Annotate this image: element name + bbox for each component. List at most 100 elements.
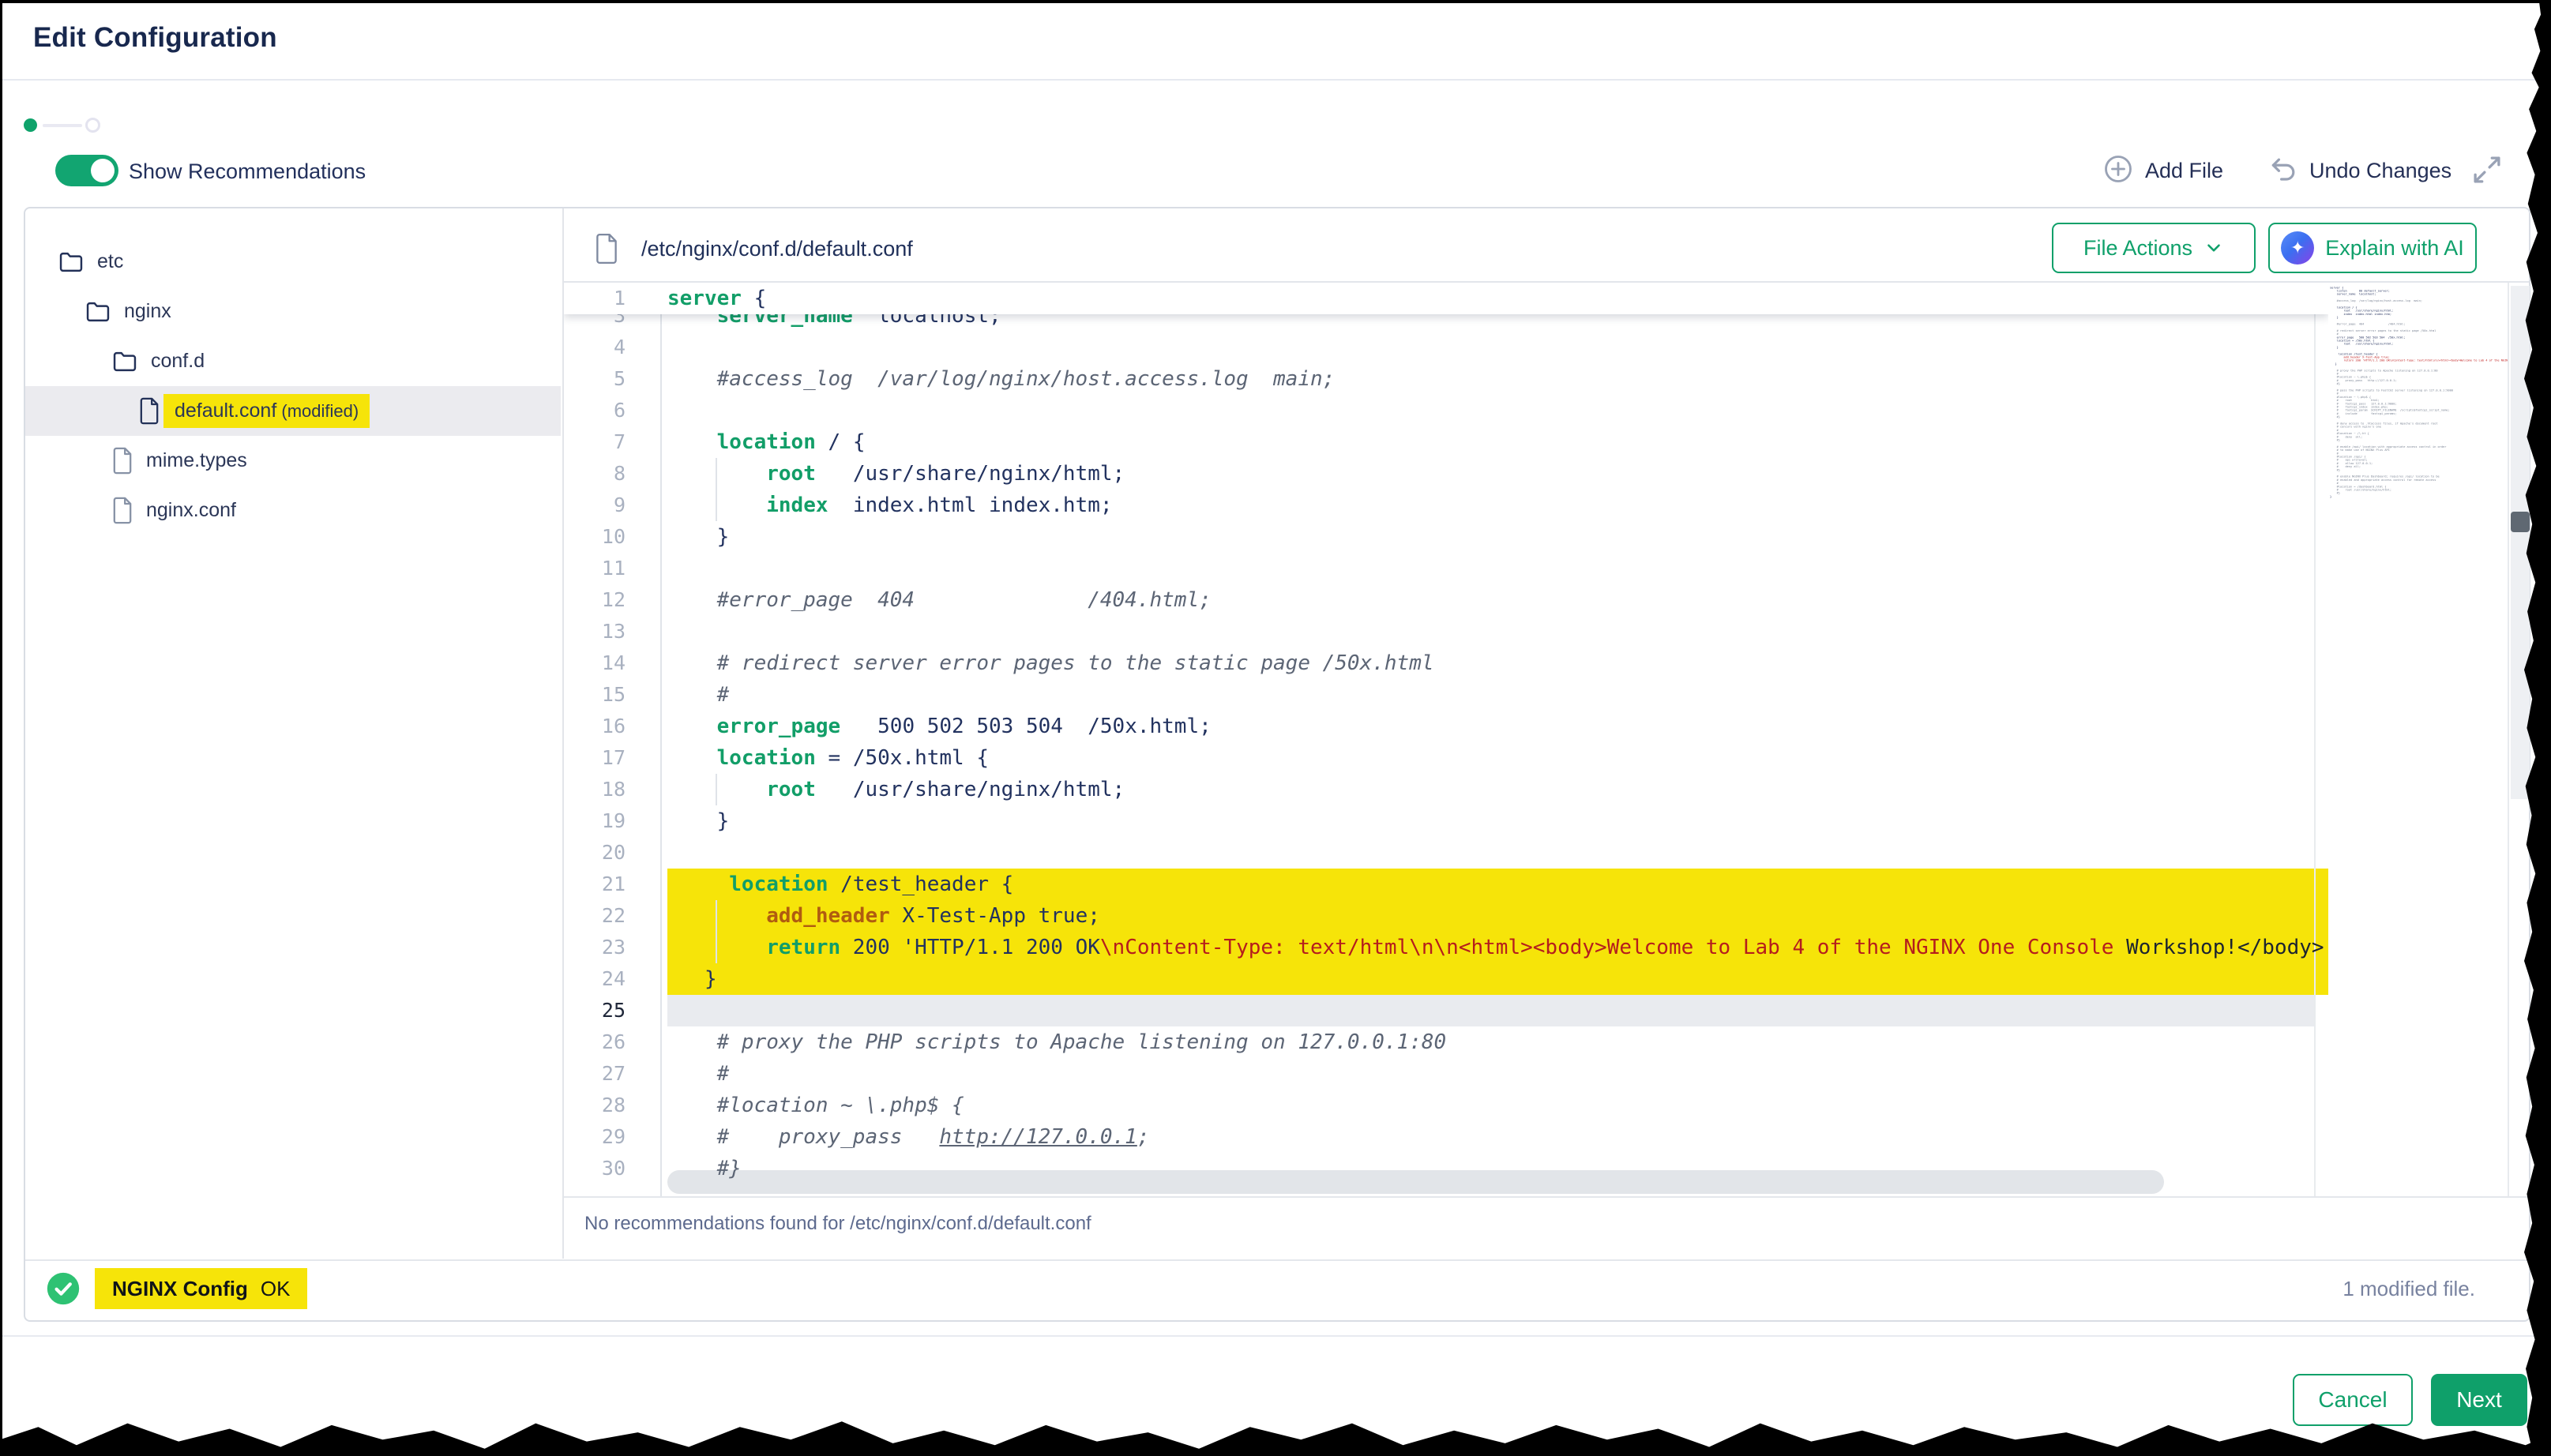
code-line-text (626, 395, 667, 426)
code-line-24[interactable]: 24 } (564, 963, 2328, 995)
code-line-text: return 200 'HTTP/1.1 200 OK\nContent-Typ… (626, 932, 2324, 963)
folder-icon (58, 250, 85, 274)
tree-item-nginx[interactable]: nginx (25, 287, 561, 336)
code-line-text: #location ~ \.php$ { (626, 1090, 964, 1121)
code-line-28[interactable]: 28 #location ~ \.php$ { (564, 1090, 2328, 1121)
tree-item-etc[interactable]: etc (25, 237, 561, 287)
tree-item-label: nginx.conf (146, 499, 236, 522)
code-line-8[interactable]: 8 root /usr/share/nginx/html; (564, 458, 2328, 490)
tree-item-label: conf.d (151, 350, 205, 373)
code-line-text: location / { (626, 426, 865, 458)
status-badge-value: OK (261, 1277, 291, 1301)
vertical-scrollbar-track[interactable] (2511, 286, 2530, 799)
add-file-button[interactable]: Add File (2102, 152, 2260, 190)
page-title: Edit Configuration (33, 22, 277, 54)
code-line-20[interactable]: 20 (564, 837, 2328, 869)
file-actions-label: File Actions (2083, 236, 2192, 261)
status-badge-label: NGINX Config (112, 1277, 248, 1301)
explain-with-ai-button[interactable]: ✦ Explain with AI (2268, 223, 2477, 273)
code-line-text: } (626, 521, 729, 553)
line-number: 15 (564, 679, 626, 711)
next-button[interactable]: Next (2431, 1374, 2527, 1426)
undo-changes-label: Undo Changes (2309, 159, 2451, 183)
minimap-right-edge (2508, 283, 2509, 1196)
code-line-text: error_page 500 502 503 504 /50x.html; (626, 711, 1212, 742)
code-line-text: # proxy_pass http://127.0.0.1; (626, 1121, 1149, 1153)
code-line-1[interactable]: 1server { (564, 283, 2328, 314)
status-bar-border (25, 1259, 2529, 1261)
code-line-5[interactable]: 5 #access_log /var/log/nginx/host.access… (564, 363, 2328, 395)
stepper-step-1-dot[interactable] (24, 118, 37, 132)
line-number: 16 (564, 711, 626, 742)
code-line-25[interactable]: 25 (564, 995, 2328, 1026)
code-line-text (626, 616, 667, 647)
code-line-text: } (626, 805, 729, 837)
code-line-text: # redirect server error pages to the sta… (626, 647, 1434, 679)
line-number: 25 (564, 995, 626, 1026)
code-line-9[interactable]: 9 index index.html index.htm; (564, 490, 2328, 521)
code-line-text: #error_page 404 /404.html; (626, 584, 1212, 616)
tree-item-mime-types[interactable]: mime.types (25, 436, 561, 486)
header-divider (0, 79, 2551, 81)
line-number: 30 (564, 1153, 626, 1184)
code-line-29[interactable]: 29 # proxy_pass http://127.0.0.1; (564, 1121, 2328, 1153)
code-line-15[interactable]: 15 # (564, 679, 2328, 711)
code-line-21[interactable]: 21 location /test_header { (564, 869, 2328, 900)
code-line-19[interactable]: 19 } (564, 805, 2328, 837)
expand-icon[interactable] (2470, 153, 2504, 186)
line-number: 18 (564, 774, 626, 805)
code-line-text: location /test_header { (626, 869, 1013, 900)
line-number: 26 (564, 1026, 626, 1058)
code-line-16[interactable]: 16 error_page 500 502 503 504 /50x.html; (564, 711, 2328, 742)
code-line-4[interactable]: 4 (564, 332, 2328, 363)
line-number: 19 (564, 805, 626, 837)
code-line-27[interactable]: 27 # (564, 1058, 2328, 1090)
minimap-line: return 200 'HTTP/1.1 200 OK\nContent-Typ… (2330, 358, 2508, 362)
line-number: 21 (564, 869, 626, 900)
undo-icon (2268, 154, 2298, 188)
code-line-30[interactable]: 30 #} (564, 1153, 2328, 1184)
undo-changes-button[interactable]: Undo Changes (2268, 152, 2458, 190)
file-icon (138, 397, 160, 425)
code-line-12[interactable]: 12 #error_page 404 /404.html; (564, 584, 2328, 616)
line-number: 12 (564, 584, 626, 616)
line-number: 20 (564, 837, 626, 869)
code-line-11[interactable]: 11 (564, 553, 2328, 584)
code-line-text: # (626, 679, 729, 711)
line-number: 9 (564, 490, 626, 521)
folder-icon (111, 350, 138, 373)
code-line-text: root /usr/share/nginx/html; (626, 774, 1125, 805)
code-line-26[interactable]: 26 # proxy the PHP scripts to Apache lis… (564, 1026, 2328, 1058)
tree-item-conf-d[interactable]: conf.d (25, 336, 561, 386)
add-file-label: Add File (2145, 159, 2223, 183)
code-line-14[interactable]: 14 # redirect server error pages to the … (564, 647, 2328, 679)
code-line-22[interactable]: 22 add_header X-Test-App true; (564, 900, 2328, 932)
tree-item-default-conf[interactable]: default.conf (modified) (25, 386, 561, 436)
line-number: 17 (564, 742, 626, 774)
stepper-step-2-dot[interactable] (85, 118, 100, 133)
code-line-6[interactable]: 6 (564, 395, 2328, 426)
show-recommendations-label: Show Recommendations (129, 159, 366, 184)
line-number: 27 (564, 1058, 626, 1090)
code-editor[interactable]: 1server {3 server_name localhost;45 #acc… (564, 283, 2328, 1196)
code-line-10[interactable]: 10 } (564, 521, 2328, 553)
code-line-23[interactable]: 23 return 200 'HTTP/1.1 200 OK\nContent-… (564, 932, 2328, 963)
torn-edge-top (0, 0, 2551, 3)
vertical-scrollbar-thumb[interactable] (2511, 512, 2530, 532)
file-actions-button[interactable]: File Actions (2052, 223, 2256, 273)
file-icon (594, 232, 619, 269)
cancel-button[interactable]: Cancel (2293, 1374, 2413, 1426)
code-line-13[interactable]: 13 (564, 616, 2328, 647)
show-recommendations-toggle[interactable] (55, 155, 118, 186)
code-line-17[interactable]: 17 location = /50x.html { (564, 742, 2328, 774)
line-number: 13 (564, 616, 626, 647)
check-circle-icon (46, 1271, 81, 1310)
tree-item-nginx-conf[interactable]: nginx.conf (25, 486, 561, 535)
line-number: 11 (564, 553, 626, 584)
code-line-7[interactable]: 7 location / { (564, 426, 2328, 458)
minimap[interactable]: server { listen 80 default_server; serve… (2330, 286, 2508, 501)
code-line-text: # proxy the PHP scripts to Apache listen… (626, 1026, 1446, 1058)
code-line-text: index index.html index.htm; (626, 490, 1113, 521)
code-line-18[interactable]: 18 root /usr/share/nginx/html; (564, 774, 2328, 805)
code-line-text: #access_log /var/log/nginx/host.access.l… (626, 363, 1335, 395)
